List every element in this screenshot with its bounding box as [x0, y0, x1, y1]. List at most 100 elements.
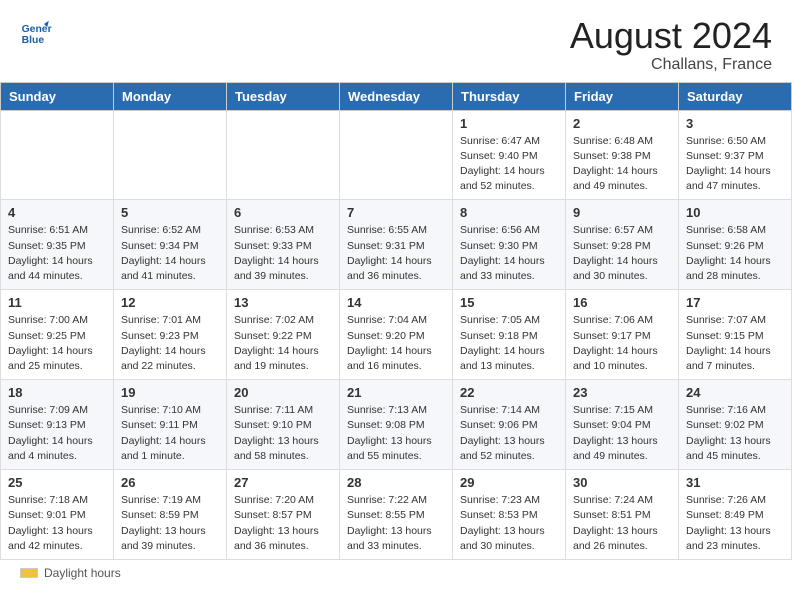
- day-cell: [340, 110, 453, 200]
- day-number: 30: [573, 475, 671, 490]
- calendar-table: SundayMondayTuesdayWednesdayThursdayFrid…: [0, 82, 792, 560]
- day-number: 4: [8, 205, 106, 220]
- day-number: 2: [573, 116, 671, 131]
- day-info: Sunrise: 7:22 AMSunset: 8:55 PMDaylight:…: [347, 493, 445, 554]
- week-row-5: 25 Sunrise: 7:18 AMSunset: 9:01 PMDayligh…: [1, 470, 792, 560]
- legend: Daylight hours: [0, 560, 792, 586]
- day-number: 17: [686, 295, 784, 310]
- day-number: 28: [347, 475, 445, 490]
- day-number: 5: [121, 205, 219, 220]
- day-number: 31: [686, 475, 784, 490]
- day-cell: 27Sunrise: 7:20 AMSunset: 8:57 PMDayligh…: [227, 470, 340, 560]
- day-info: Sunrise: 7:24 AMSunset: 8:51 PMDaylight:…: [573, 493, 671, 554]
- legend-bar: [20, 568, 38, 578]
- day-cell: 18 Sunrise: 7:09 AMSunset: 9:13 PMDayligh…: [1, 380, 114, 470]
- day-number: 23: [573, 385, 671, 400]
- day-cell: 31 Sunrise: 7:26 AMSunset: 8:49 PMDayligh…: [679, 470, 792, 560]
- day-cell: 6Sunrise: 6:53 AMSunset: 9:33 PMDaylight…: [227, 200, 340, 290]
- day-info: Sunrise: 7:01 AMSunset: 9:23 PMDaylight:…: [121, 313, 219, 374]
- calendar-body: 1 Sunrise: 6:47 AMSunset: 9:40 PMDaylight…: [1, 110, 792, 559]
- day-number: 13: [234, 295, 332, 310]
- legend-label: Daylight hours: [44, 566, 121, 580]
- day-header-thursday: Thursday: [453, 82, 566, 110]
- day-number: 18: [8, 385, 106, 400]
- day-info: Sunrise: 7:14 AMSunset: 9:06 PMDaylight:…: [460, 403, 558, 464]
- day-header-saturday: Saturday: [679, 82, 792, 110]
- day-info: Sunrise: 6:57 AMSunset: 9:28 PMDaylight:…: [573, 223, 671, 284]
- month-year-title: August 2024: [570, 16, 772, 56]
- day-info: Sunrise: 7:07 AMSunset: 9:15 PMDaylight:…: [686, 313, 784, 374]
- day-info: Sunrise: 7:13 AMSunset: 9:08 PMDaylight:…: [347, 403, 445, 464]
- day-number: 14: [347, 295, 445, 310]
- day-cell: 14 Sunrise: 7:04 AMSunset: 9:20 PMDayligh…: [340, 290, 453, 380]
- logo-icon: General Blue: [20, 16, 52, 48]
- day-cell: 12Sunrise: 7:01 AMSunset: 9:23 PMDayligh…: [114, 290, 227, 380]
- day-cell: 1 Sunrise: 6:47 AMSunset: 9:40 PMDaylight…: [453, 110, 566, 200]
- day-cell: [114, 110, 227, 200]
- day-number: 24: [686, 385, 784, 400]
- day-cell: 22 Sunrise: 7:14 AMSunset: 9:06 PMDayligh…: [453, 380, 566, 470]
- day-info: Sunrise: 6:56 AMSunset: 9:30 PMDaylight:…: [460, 223, 558, 284]
- day-header-tuesday: Tuesday: [227, 82, 340, 110]
- day-cell: 25 Sunrise: 7:18 AMSunset: 9:01 PMDayligh…: [1, 470, 114, 560]
- day-info: Sunrise: 6:51 AMSunset: 9:35 PMDaylight:…: [8, 223, 106, 284]
- day-info: Sunrise: 7:18 AMSunset: 9:01 PMDaylight:…: [8, 493, 106, 554]
- day-number: 19: [121, 385, 219, 400]
- day-number: 10: [686, 205, 784, 220]
- day-cell: 23Sunrise: 7:15 AMSunset: 9:04 PMDayligh…: [566, 380, 679, 470]
- day-cell: 7 Sunrise: 6:55 AMSunset: 9:31 PMDaylight…: [340, 200, 453, 290]
- day-info: Sunrise: 7:19 AMSunset: 8:59 PMDaylight:…: [121, 493, 219, 554]
- week-row-2: 4 Sunrise: 6:51 AMSunset: 9:35 PMDaylight…: [1, 200, 792, 290]
- calendar-header-row: SundayMondayTuesdayWednesdayThursdayFrid…: [1, 82, 792, 110]
- day-number: 26: [121, 475, 219, 490]
- day-cell: [1, 110, 114, 200]
- day-cell: 19 Sunrise: 7:10 AMSunset: 9:11 PMDayligh…: [114, 380, 227, 470]
- day-cell: 16Sunrise: 7:06 AMSunset: 9:17 PMDayligh…: [566, 290, 679, 380]
- day-cell: 15Sunrise: 7:05 AMSunset: 9:18 PMDayligh…: [453, 290, 566, 380]
- day-info: Sunrise: 6:48 AMSunset: 9:38 PMDaylight:…: [573, 134, 671, 195]
- day-cell: 17 Sunrise: 7:07 AMSunset: 9:15 PMDayligh…: [679, 290, 792, 380]
- day-cell: 5 Sunrise: 6:52 AMSunset: 9:34 PMDaylight…: [114, 200, 227, 290]
- day-info: Sunrise: 7:04 AMSunset: 9:20 PMDaylight:…: [347, 313, 445, 374]
- day-cell: 28 Sunrise: 7:22 AMSunset: 8:55 PMDayligh…: [340, 470, 453, 560]
- day-cell: 8 Sunrise: 6:56 AMSunset: 9:30 PMDaylight…: [453, 200, 566, 290]
- day-info: Sunrise: 7:00 AMSunset: 9:25 PMDaylight:…: [8, 313, 106, 374]
- day-info: Sunrise: 7:11 AMSunset: 9:10 PMDaylight:…: [234, 403, 332, 464]
- day-info: Sunrise: 6:53 AMSunset: 9:33 PMDaylight:…: [234, 223, 332, 284]
- day-number: 15: [460, 295, 558, 310]
- day-info: Sunrise: 7:16 AMSunset: 9:02 PMDaylight:…: [686, 403, 784, 464]
- day-cell: 9 Sunrise: 6:57 AMSunset: 9:28 PMDaylight…: [566, 200, 679, 290]
- day-info: Sunrise: 6:55 AMSunset: 9:31 PMDaylight:…: [347, 223, 445, 284]
- day-cell: 13Sunrise: 7:02 AMSunset: 9:22 PMDayligh…: [227, 290, 340, 380]
- day-number: 1: [460, 116, 558, 131]
- day-info: Sunrise: 6:47 AMSunset: 9:40 PMDaylight:…: [460, 134, 558, 195]
- day-number: 8: [460, 205, 558, 220]
- day-info: Sunrise: 7:09 AMSunset: 9:13 PMDaylight:…: [8, 403, 106, 464]
- day-cell: 26 Sunrise: 7:19 AMSunset: 8:59 PMDayligh…: [114, 470, 227, 560]
- day-number: 25: [8, 475, 106, 490]
- day-info: Sunrise: 6:50 AMSunset: 9:37 PMDaylight:…: [686, 134, 784, 195]
- day-number: 9: [573, 205, 671, 220]
- day-number: 11: [8, 295, 106, 310]
- day-number: 22: [460, 385, 558, 400]
- svg-text:Blue: Blue: [22, 35, 45, 46]
- day-info: Sunrise: 7:26 AMSunset: 8:49 PMDaylight:…: [686, 493, 784, 554]
- day-cell: 30 Sunrise: 7:24 AMSunset: 8:51 PMDayligh…: [566, 470, 679, 560]
- day-number: 27: [234, 475, 332, 490]
- day-number: 3: [686, 116, 784, 131]
- day-number: 29: [460, 475, 558, 490]
- day-cell: 4 Sunrise: 6:51 AMSunset: 9:35 PMDaylight…: [1, 200, 114, 290]
- week-row-1: 1 Sunrise: 6:47 AMSunset: 9:40 PMDaylight…: [1, 110, 792, 200]
- day-cell: 3 Sunrise: 6:50 AMSunset: 9:37 PMDaylight…: [679, 110, 792, 200]
- day-info: Sunrise: 7:06 AMSunset: 9:17 PMDaylight:…: [573, 313, 671, 374]
- day-header-wednesday: Wednesday: [340, 82, 453, 110]
- week-row-3: 11 Sunrise: 7:00 AMSunset: 9:25 PMDayligh…: [1, 290, 792, 380]
- day-info: Sunrise: 7:10 AMSunset: 9:11 PMDaylight:…: [121, 403, 219, 464]
- day-header-monday: Monday: [114, 82, 227, 110]
- day-cell: 11 Sunrise: 7:00 AMSunset: 9:25 PMDayligh…: [1, 290, 114, 380]
- day-cell: 29Sunrise: 7:23 AMSunset: 8:53 PMDayligh…: [453, 470, 566, 560]
- day-info: Sunrise: 6:52 AMSunset: 9:34 PMDaylight:…: [121, 223, 219, 284]
- day-cell: [227, 110, 340, 200]
- day-number: 7: [347, 205, 445, 220]
- page-header: General Blue August 2024 Challans, Franc…: [0, 0, 792, 82]
